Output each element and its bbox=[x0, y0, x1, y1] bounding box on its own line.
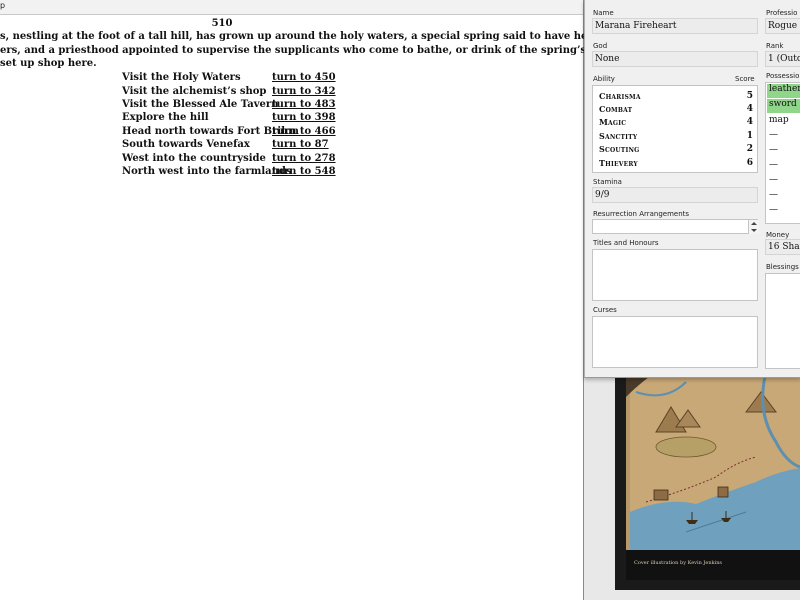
book-title: p bbox=[0, 1, 6, 10]
ability-row[interactable]: Combat 4 bbox=[599, 104, 753, 117]
choice-label: Visit the Holy Waters bbox=[122, 72, 241, 83]
profession-field[interactable]: Rogue bbox=[765, 18, 800, 34]
titles-textarea[interactable] bbox=[592, 249, 758, 301]
stamina-label: Stamina bbox=[593, 178, 622, 186]
ability-label: Ability bbox=[593, 75, 615, 83]
ability-score: 4 bbox=[746, 117, 753, 127]
ability-row[interactable]: Sanctity 1 bbox=[599, 131, 753, 144]
book-titlebar: p bbox=[0, 0, 583, 15]
ability-name: Thievery bbox=[599, 158, 638, 168]
turn-to-link[interactable]: turn to 342 bbox=[272, 86, 336, 97]
money-field[interactable]: 16 Shar bbox=[765, 239, 800, 255]
section-number: 510 bbox=[211, 18, 233, 29]
choice-label: North west into the farmlands bbox=[122, 166, 292, 177]
blessings-label: Blessings bbox=[766, 263, 799, 271]
turn-to-link[interactable]: turn to 483 bbox=[272, 99, 336, 110]
ability-name: Combat bbox=[599, 104, 633, 114]
name-label: Name bbox=[593, 9, 614, 17]
ability-score: 2 bbox=[746, 144, 753, 154]
resurrection-field[interactable] bbox=[592, 219, 758, 234]
character-sheet: Name Marana Fireheart Professio Rogue Go… bbox=[584, 0, 800, 378]
choice-label: South towards Venefax bbox=[122, 139, 250, 150]
turn-to-link[interactable]: turn to 278 bbox=[272, 153, 336, 164]
ability-row[interactable]: Scouting 2 bbox=[599, 144, 753, 157]
possession-item[interactable]: leather bbox=[767, 84, 800, 98]
spinner-down-icon[interactable] bbox=[751, 229, 757, 232]
rank-field[interactable]: 1 (Outc bbox=[765, 51, 800, 67]
turn-to-link[interactable]: turn to 548 bbox=[272, 166, 336, 177]
god-field[interactable]: None bbox=[592, 51, 758, 67]
rank-label: Rank bbox=[766, 42, 784, 50]
name-field[interactable]: Marana Fireheart bbox=[592, 18, 758, 34]
cover-credit: Cover illustration by Kevin Jenkins bbox=[634, 560, 722, 566]
paragraph-line: set up shop here. bbox=[0, 58, 97, 69]
turn-to-link[interactable]: turn to 466 bbox=[272, 126, 336, 137]
possession-item[interactable]: — bbox=[767, 130, 800, 144]
possession-item[interactable]: map bbox=[767, 115, 800, 129]
stamina-field[interactable]: 9/9 bbox=[592, 187, 758, 203]
turn-to-link[interactable]: turn to 87 bbox=[272, 139, 329, 150]
ability-row[interactable]: Magic 4 bbox=[599, 117, 753, 130]
spinner-up-icon[interactable] bbox=[751, 222, 757, 225]
ability-score: 1 bbox=[746, 131, 753, 141]
choice-label: West into the countryside bbox=[122, 153, 266, 164]
profession-label: Professio bbox=[766, 9, 798, 17]
possession-item[interactable]: — bbox=[767, 175, 800, 189]
resurrection-spinner[interactable] bbox=[748, 220, 759, 234]
money-label: Money bbox=[766, 231, 790, 239]
choice-label: Explore the hill bbox=[122, 112, 209, 123]
ability-name: Scouting bbox=[599, 144, 640, 154]
blessings-textarea[interactable] bbox=[765, 273, 800, 369]
possessions-label: Possessio bbox=[766, 72, 800, 80]
book-window: p 510 s, nestling at the foot of a tall … bbox=[0, 0, 698, 600]
ability-name: Magic bbox=[599, 117, 627, 127]
possession-item[interactable]: — bbox=[767, 145, 800, 159]
ability-score: 4 bbox=[746, 104, 753, 114]
ability-score: 5 bbox=[746, 91, 753, 101]
turn-to-link[interactable]: turn to 398 bbox=[272, 112, 336, 123]
possession-item[interactable]: — bbox=[767, 190, 800, 204]
possession-item[interactable]: — bbox=[767, 160, 800, 174]
choice-label: Visit the Blessed Ale Tavern bbox=[122, 99, 279, 110]
titles-label: Titles and Honours bbox=[593, 239, 659, 247]
ability-table: Charisma 5 Combat 4 Magic 4 Sanctity 1 S… bbox=[592, 85, 758, 173]
ability-name: Sanctity bbox=[599, 131, 638, 141]
choice-label: Visit the alchemist’s shop bbox=[122, 86, 267, 97]
ability-name: Charisma bbox=[599, 91, 641, 101]
score-label: Score bbox=[735, 75, 755, 83]
ability-score: 6 bbox=[746, 158, 753, 168]
curses-textarea[interactable] bbox=[592, 316, 758, 368]
turn-to-link[interactable]: turn to 450 bbox=[272, 72, 336, 83]
possession-item[interactable]: — bbox=[767, 205, 800, 219]
ability-row[interactable]: Thievery 6 bbox=[599, 158, 753, 171]
ability-row[interactable]: Charisma 5 bbox=[599, 91, 753, 104]
god-label: God bbox=[593, 42, 608, 50]
cover-map-illustration bbox=[626, 371, 800, 550]
resurrection-label: Resurrection Arrangements bbox=[593, 210, 690, 218]
possession-item[interactable]: sword bbox=[767, 99, 800, 113]
curses-label: Curses bbox=[593, 306, 617, 314]
